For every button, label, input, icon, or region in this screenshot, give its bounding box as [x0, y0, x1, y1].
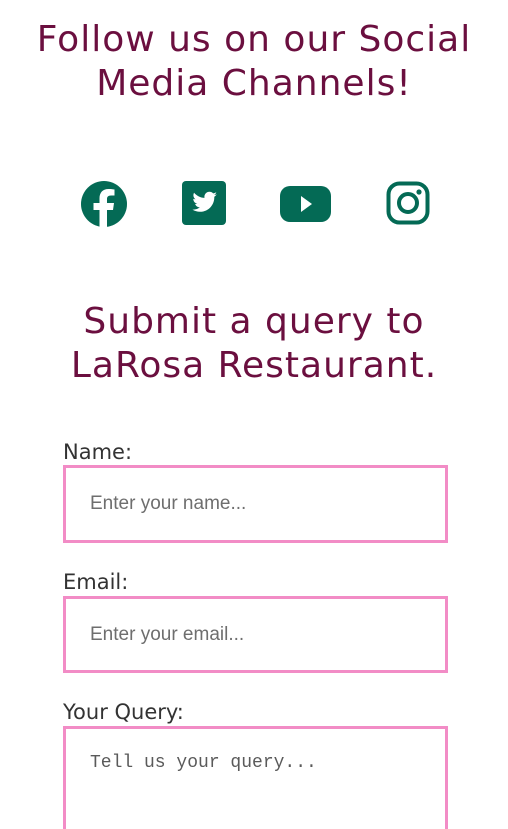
query-textarea[interactable]	[66, 729, 445, 829]
email-field-box	[63, 596, 448, 673]
facebook-link[interactable]	[80, 180, 130, 228]
twitter-link[interactable]	[181, 180, 231, 228]
email-input[interactable]	[66, 599, 445, 670]
query-heading: Submit a query to LaRosa Restaurant.	[0, 300, 508, 388]
query-heading-line-2: LaRosa Restaurant.	[70, 345, 438, 386]
name-label: Name:	[63, 440, 133, 464]
query-field-box	[63, 726, 448, 829]
social-icons-row	[0, 180, 508, 228]
query-heading-line-1: Submit a query to	[83, 301, 425, 342]
instagram-icon	[386, 181, 430, 225]
name-field-box	[63, 465, 448, 543]
social-heading-line-1: Follow us on our Social	[36, 19, 472, 60]
name-input[interactable]	[66, 468, 445, 540]
social-heading: Follow us on our Social Media Channels!	[0, 18, 508, 106]
email-label: Email:	[63, 570, 129, 594]
query-label: Your Query:	[63, 700, 184, 724]
facebook-icon	[81, 181, 127, 227]
instagram-link[interactable]	[385, 180, 435, 228]
social-heading-line-2: Media Channels!	[96, 63, 412, 104]
youtube-link[interactable]	[279, 180, 333, 228]
twitter-icon	[182, 181, 226, 225]
youtube-icon	[280, 186, 331, 222]
